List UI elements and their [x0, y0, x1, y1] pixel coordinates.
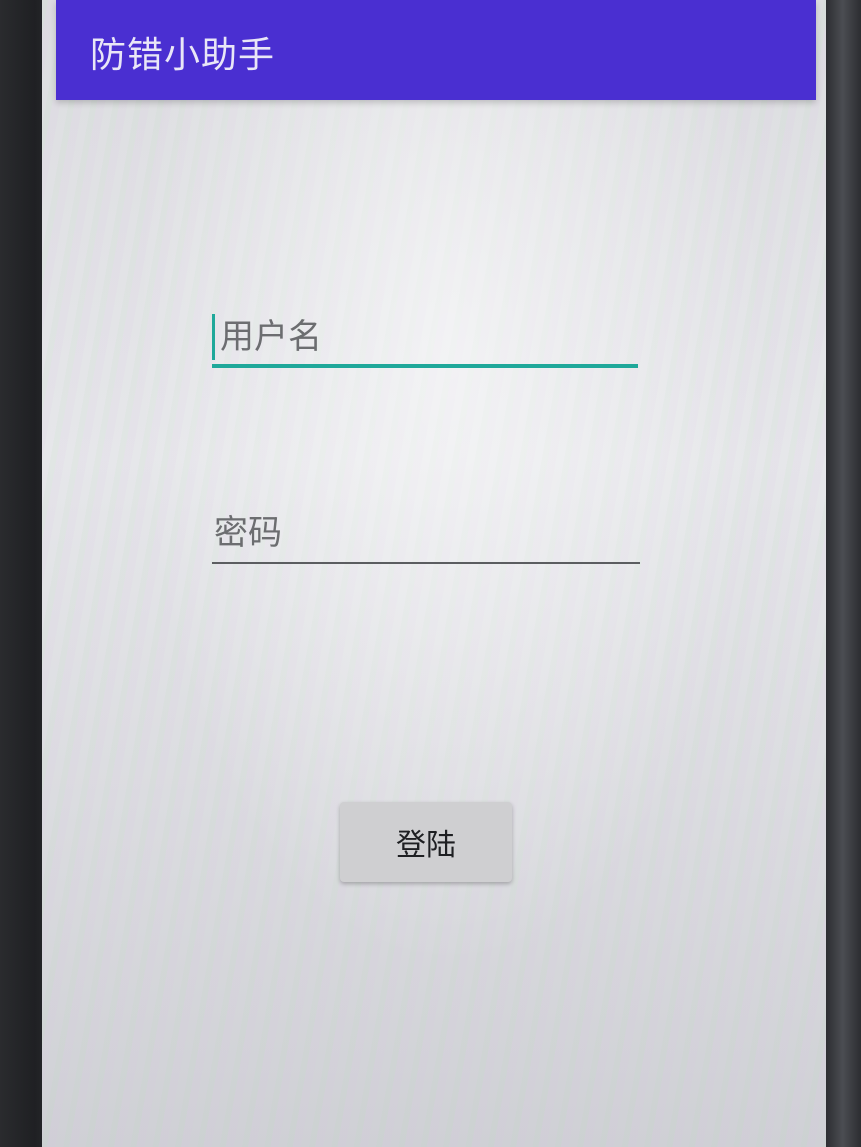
app-title: 防错小助手: [90, 35, 276, 76]
username-underline: [212, 364, 638, 368]
login-button[interactable]: 登陆: [340, 802, 512, 882]
password-underline: [212, 562, 640, 564]
password-placeholder: 密码: [214, 513, 282, 553]
phone-device: 防错小助手 用户名 密码 登陆: [0, 0, 861, 1147]
password-field[interactable]: 密码: [212, 504, 640, 564]
app-screen: 防错小助手 用户名 密码 登陆: [42, 0, 826, 1147]
screen-glare: [42, 0, 826, 1147]
username-placeholder: 用户名: [220, 317, 322, 357]
text-cursor: [212, 314, 215, 360]
app-bar: 防错小助手: [56, 0, 816, 100]
username-field[interactable]: 用户名: [212, 308, 638, 368]
